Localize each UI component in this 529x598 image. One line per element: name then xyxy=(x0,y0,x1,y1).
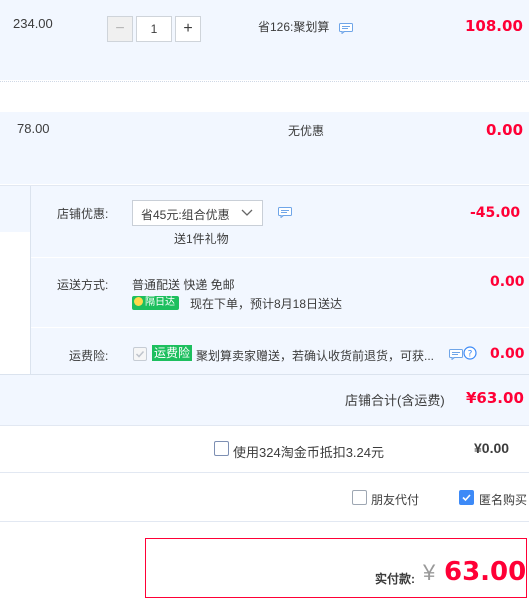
divider xyxy=(0,425,529,426)
quantity-decrease-button[interactable]: − xyxy=(107,16,133,42)
shop-total-row xyxy=(0,374,529,425)
help-icon[interactable]: ? xyxy=(463,346,477,360)
item2-unit-price: 78.00 xyxy=(17,121,50,136)
friend-pay-checkbox[interactable] xyxy=(352,490,367,505)
quantity-increase-button[interactable]: + xyxy=(175,16,201,42)
shipping-amount: 0.00 xyxy=(490,274,525,290)
insurance-checkbox[interactable] xyxy=(133,347,147,361)
taojinbi-label: 使用324淘金币抵扣3.24元 xyxy=(233,445,384,460)
check-icon xyxy=(462,494,471,502)
divider xyxy=(0,521,529,522)
shipping-estimate: 现在下单，预计8月18日送达 xyxy=(190,297,343,311)
panel-left-column xyxy=(0,232,30,374)
next-day-badge: 隔日达 xyxy=(132,296,179,310)
check-icon xyxy=(135,350,145,358)
shop-discount-gift: 送1件礼物 xyxy=(174,232,229,246)
svg-text:?: ? xyxy=(468,350,473,360)
taojinbi-amount: ¥0.00 xyxy=(474,440,510,456)
next-day-badge-text: 隔日达 xyxy=(145,297,175,308)
divider xyxy=(31,257,529,258)
insurance-amount: 0.00 xyxy=(490,346,525,362)
insurance-text: 聚划算卖家赠送，若确认收货前退货，可获... xyxy=(196,349,435,363)
chat-icon[interactable] xyxy=(449,349,463,360)
anonymous-label: 匿名购买 xyxy=(479,493,528,507)
item2-discount: 无优惠 xyxy=(288,124,325,138)
anonymous-checkbox[interactable] xyxy=(459,490,474,505)
item-row-1 xyxy=(0,0,529,80)
item2-subtotal: 0.00 xyxy=(486,121,524,139)
shipping-method: 普通配送 快递 免邮 xyxy=(132,278,235,292)
item1-unit-price: 234.00 xyxy=(13,16,53,31)
shipping-label: 运送方式: xyxy=(57,278,109,292)
shop-total-label: 店铺合计(含运费) xyxy=(345,393,445,408)
clock-icon xyxy=(134,297,143,306)
chevron-down-icon xyxy=(241,209,253,216)
panel-divider-vertical xyxy=(30,186,31,374)
insurance-label: 运费险: xyxy=(69,349,109,363)
divider xyxy=(0,472,529,473)
payment-label: 实付款: xyxy=(375,572,415,586)
payment-currency: ¥ xyxy=(423,560,436,585)
shop-discount-label: 店铺优惠: xyxy=(57,207,109,221)
taojinbi-checkbox[interactable] xyxy=(214,441,229,456)
quantity-value: 1 xyxy=(150,22,158,36)
shop-discount-selected: 省45元:组合优惠 xyxy=(141,208,230,222)
divider xyxy=(31,327,529,328)
divider xyxy=(0,81,529,82)
shop-discount-select[interactable]: 省45元:组合优惠 xyxy=(132,200,263,226)
friend-pay-label: 朋友代付 xyxy=(371,493,420,507)
quantity-input[interactable]: 1 xyxy=(136,16,172,42)
chat-icon[interactable] xyxy=(339,23,353,34)
shop-discount-amount: -45.00 xyxy=(470,205,521,221)
payment-amount: 63.00 xyxy=(444,557,527,587)
item-row-2 xyxy=(0,112,529,184)
insurance-badge: 运费险 xyxy=(152,345,193,361)
item1-discount: 省126:聚划算 xyxy=(258,20,330,34)
shop-total-amount: ¥63.00 xyxy=(466,389,524,407)
item1-subtotal: 108.00 xyxy=(465,17,523,35)
chat-icon[interactable] xyxy=(278,207,292,218)
